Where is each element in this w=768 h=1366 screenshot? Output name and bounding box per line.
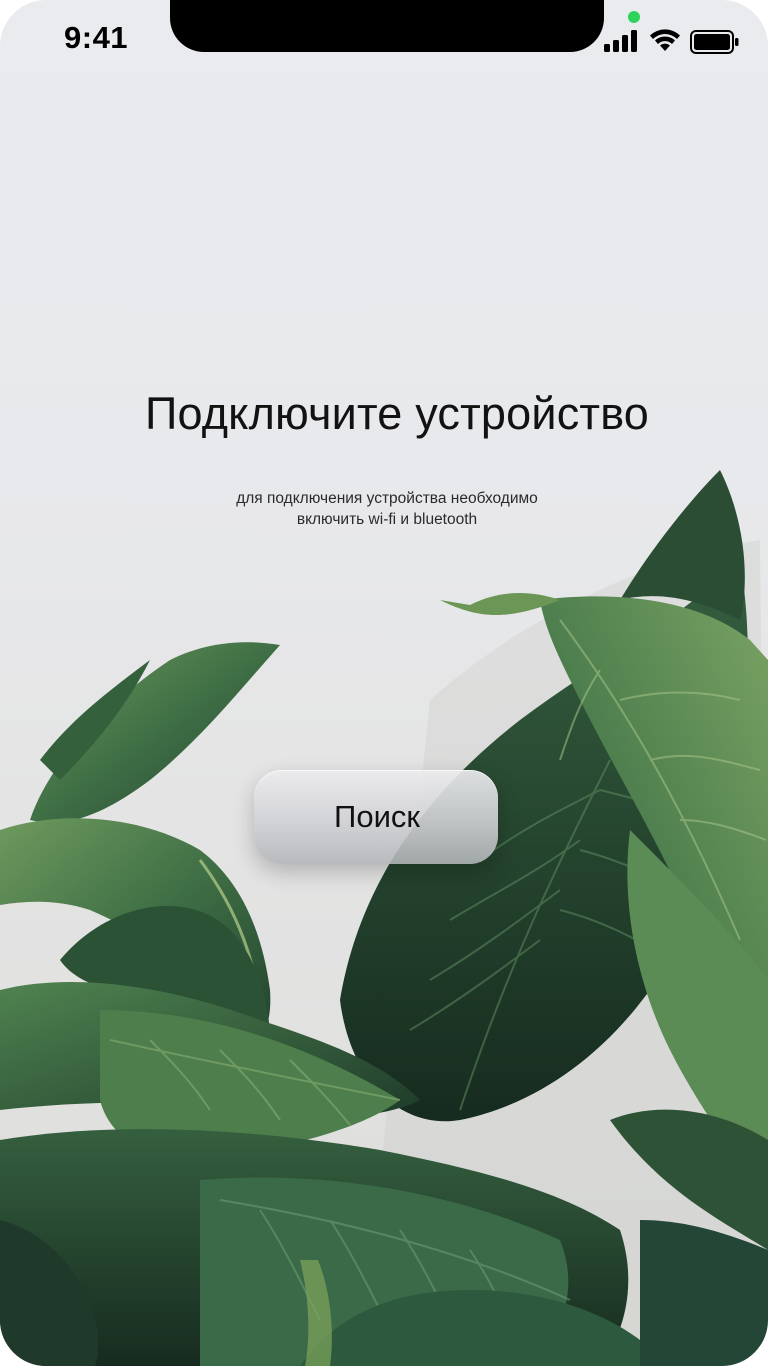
plant-background-image: [0, 470, 768, 1366]
page-title: Подключите устройство: [144, 388, 650, 439]
search-button-label: Поиск: [334, 799, 420, 834]
status-time: 9:41: [64, 20, 129, 55]
notch: [170, 0, 604, 52]
camera-indicator-dot: [628, 11, 640, 23]
signal-icon: [604, 30, 637, 52]
subtitle-line-2: включить wi-fi и bluetooth: [296, 511, 478, 528]
phone-screen: 9:41 Подключите устройство для подключен…: [0, 0, 768, 1366]
page-subtitle: для подключения устройства необходимо вк…: [0, 488, 768, 530]
search-button[interactable]: Поиск: [254, 770, 498, 864]
battery-icon: [690, 30, 739, 54]
wifi-icon: [650, 29, 680, 51]
status-icons: [602, 26, 752, 56]
subtitle-line-1: для подключения устройства необходимо: [236, 490, 538, 507]
